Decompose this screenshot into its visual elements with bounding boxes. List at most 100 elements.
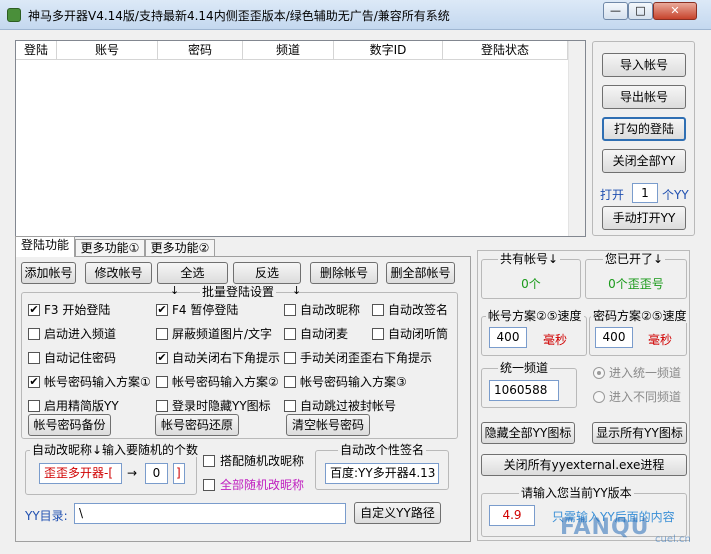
manual-open-yy-button[interactable]: 手动打开YY (602, 206, 686, 230)
column-header-password[interactable]: 密码 (158, 41, 243, 59)
batch-option-checkbox[interactable] (284, 400, 296, 412)
tab-more-functions-1[interactable]: 更多功能① (75, 239, 145, 257)
batch-option-label: 帐号密码输入方案③ (300, 375, 407, 389)
close-button[interactable]: ✕ (653, 2, 697, 20)
window-title: 神马多开器V4.14版/支持最新4.14内侧歪歪版本/绿色辅助无广告/兼容所有系… (28, 9, 450, 23)
close-yyexternal-button[interactable]: 关闭所有yyexternal.exe进程 (481, 454, 687, 476)
channel-input[interactable]: 1060588 (489, 380, 559, 401)
batch-option-checkbox[interactable] (284, 352, 296, 364)
batch-option-checkbox[interactable] (28, 352, 40, 364)
delete-all-accounts-button[interactable]: 删全部帐号 (386, 262, 455, 284)
select-all-button[interactable]: 全选 (157, 262, 228, 284)
batch-option-label: 自动闭听筒 (388, 327, 449, 341)
batch-option-checkbox[interactable] (28, 328, 40, 340)
batch-settings-title: 批量登陆设置 (200, 285, 277, 299)
nickname-input[interactable]: 歪歪多开器-[ (39, 463, 122, 484)
column-header-login-status[interactable]: 登陆状态 (443, 41, 568, 59)
batch-option-label: 手动关闭歪歪右下角提示 (300, 351, 433, 365)
random-count-input[interactable]: 0 (145, 463, 168, 484)
backup-accounts-button[interactable]: 帐号密码备份 (28, 414, 111, 436)
batch-option-checkbox[interactable] (284, 376, 296, 388)
batch-option-checkbox[interactable]: ✔ (28, 376, 40, 388)
different-channel-radio[interactable] (593, 391, 605, 403)
restore-accounts-button[interactable]: 帐号密码还原 (155, 414, 239, 436)
account-table[interactable]: 登陆 账号 密码 频道 数字ID 登陆状态 (15, 40, 586, 237)
column-header-channel[interactable]: 频道 (243, 41, 334, 59)
signature-group-title: 自动改个性签名 (338, 443, 427, 457)
export-accounts-button[interactable]: 导出帐号 (602, 85, 686, 109)
random-nickname-all-checkbox[interactable] (203, 479, 215, 491)
tab-more-functions-2[interactable]: 更多功能② (145, 239, 215, 257)
batch-option-label: 自动改昵称 (300, 303, 361, 317)
different-channel-label: 进入不同频道 (609, 390, 682, 404)
open-unit-label: 个YY (662, 188, 689, 202)
batch-option-label: 自动记住密码 (44, 351, 117, 365)
batch-option-label: 自动闭麦 (300, 327, 349, 341)
batch-option-label: 帐号密码输入方案② (172, 375, 279, 389)
total-accounts-label: 共有帐号↓ (498, 252, 561, 266)
hide-all-yy-icons-button[interactable]: 隐藏全部YY图标 (481, 422, 575, 444)
same-channel-radio[interactable] (593, 367, 605, 379)
table-scrollbar[interactable] (568, 41, 585, 236)
show-all-yy-icons-button[interactable]: 显示所有YY图标 (592, 422, 687, 444)
login-checked-button[interactable]: 打勾的登陆 (602, 117, 686, 141)
version-input[interactable]: 4.9 (489, 505, 535, 526)
app-icon (7, 8, 21, 22)
maximize-button[interactable]: □ (628, 2, 653, 20)
signature-input[interactable]: 百度:YY多开器4.13 (325, 463, 439, 484)
custom-yy-path-button[interactable]: 自定义YY路径 (354, 502, 441, 524)
batch-option-checkbox[interactable] (156, 376, 168, 388)
batch-option-label: 自动跳过被封帐号 (300, 399, 397, 413)
batch-option-label: F3 开始登陆 (44, 303, 111, 317)
nickname-group-title: 自动改昵称↓输入要随机的个数 (30, 443, 201, 457)
batch-option-checkbox[interactable] (156, 328, 168, 340)
yy-directory-input[interactable]: \ (74, 503, 346, 524)
column-header-numeric-id[interactable]: 数字ID (334, 41, 443, 59)
batch-option-checkbox[interactable]: ✔ (156, 352, 168, 364)
account-speed-unit: 毫秒 (543, 333, 568, 347)
invert-selection-button[interactable]: 反选 (233, 262, 301, 284)
opened-accounts-label: 您已开了↓ (603, 252, 666, 266)
batch-option-checkbox[interactable] (284, 328, 296, 340)
random-nickname-some-label: 搭配随机改昵称 (220, 454, 305, 468)
batch-option-label: 自动改签名 (388, 303, 449, 317)
channel-group-title: 统一频道 (498, 361, 551, 375)
column-header-login[interactable]: 登陆 (16, 41, 57, 59)
batch-option-label: 启用精简版YY (44, 399, 119, 413)
delete-account-button[interactable]: 删除帐号 (310, 262, 378, 284)
close-all-yy-button[interactable]: 关闭全部YY (602, 149, 686, 173)
minimize-button[interactable]: — (603, 2, 628, 20)
clear-accounts-button[interactable]: 清空帐号密码 (286, 414, 370, 436)
password-speed-label: 密码方案②⑤速度 (591, 309, 689, 323)
batch-option-label: 登录时隐藏YY图标 (172, 399, 271, 413)
password-speed-unit: 毫秒 (648, 333, 673, 347)
edit-account-button[interactable]: 修改帐号 (85, 262, 152, 284)
batch-option-checkbox[interactable]: ✔ (156, 304, 168, 316)
opened-accounts-value: 0个歪歪号 (608, 277, 664, 291)
account-speed-input[interactable]: 400 (489, 327, 527, 348)
add-account-button[interactable]: 添加帐号 (21, 262, 76, 284)
watermark-domain: cuel.cn (655, 534, 691, 545)
tab-login-functions[interactable]: 登陆功能 (15, 236, 75, 257)
total-accounts-value: 0个 (521, 277, 541, 291)
arrow-down-icon: ↓ (292, 284, 302, 297)
yy-directory-label: YY目录: (25, 509, 68, 523)
batch-option-checkbox[interactable]: ✔ (28, 304, 40, 316)
batch-option-checkbox[interactable] (372, 328, 384, 340)
password-speed-input[interactable]: 400 (595, 327, 633, 348)
batch-option-checkbox[interactable] (372, 304, 384, 316)
random-nickname-some-checkbox[interactable] (203, 455, 215, 467)
table-header: 登陆 账号 密码 频道 数字ID 登陆状态 (16, 41, 585, 60)
open-count-input[interactable]: 1 (632, 183, 658, 203)
batch-option-checkbox[interactable] (28, 400, 40, 412)
column-header-account[interactable]: 账号 (57, 41, 158, 59)
random-nickname-all-label: 全部随机改昵称 (220, 478, 305, 492)
batch-option-label: 屏蔽频道图片/文字 (172, 327, 273, 341)
import-accounts-button[interactable]: 导入帐号 (602, 53, 686, 77)
arrow-down-icon: ↓ (170, 284, 180, 297)
batch-option-label: F4 暂停登陆 (172, 303, 239, 317)
batch-option-checkbox[interactable] (284, 304, 296, 316)
batch-option-checkbox[interactable] (156, 400, 168, 412)
nickname-suffix-input[interactable]: ] (173, 463, 185, 484)
version-group-title: 请输入您当前YY版本 (519, 486, 634, 500)
